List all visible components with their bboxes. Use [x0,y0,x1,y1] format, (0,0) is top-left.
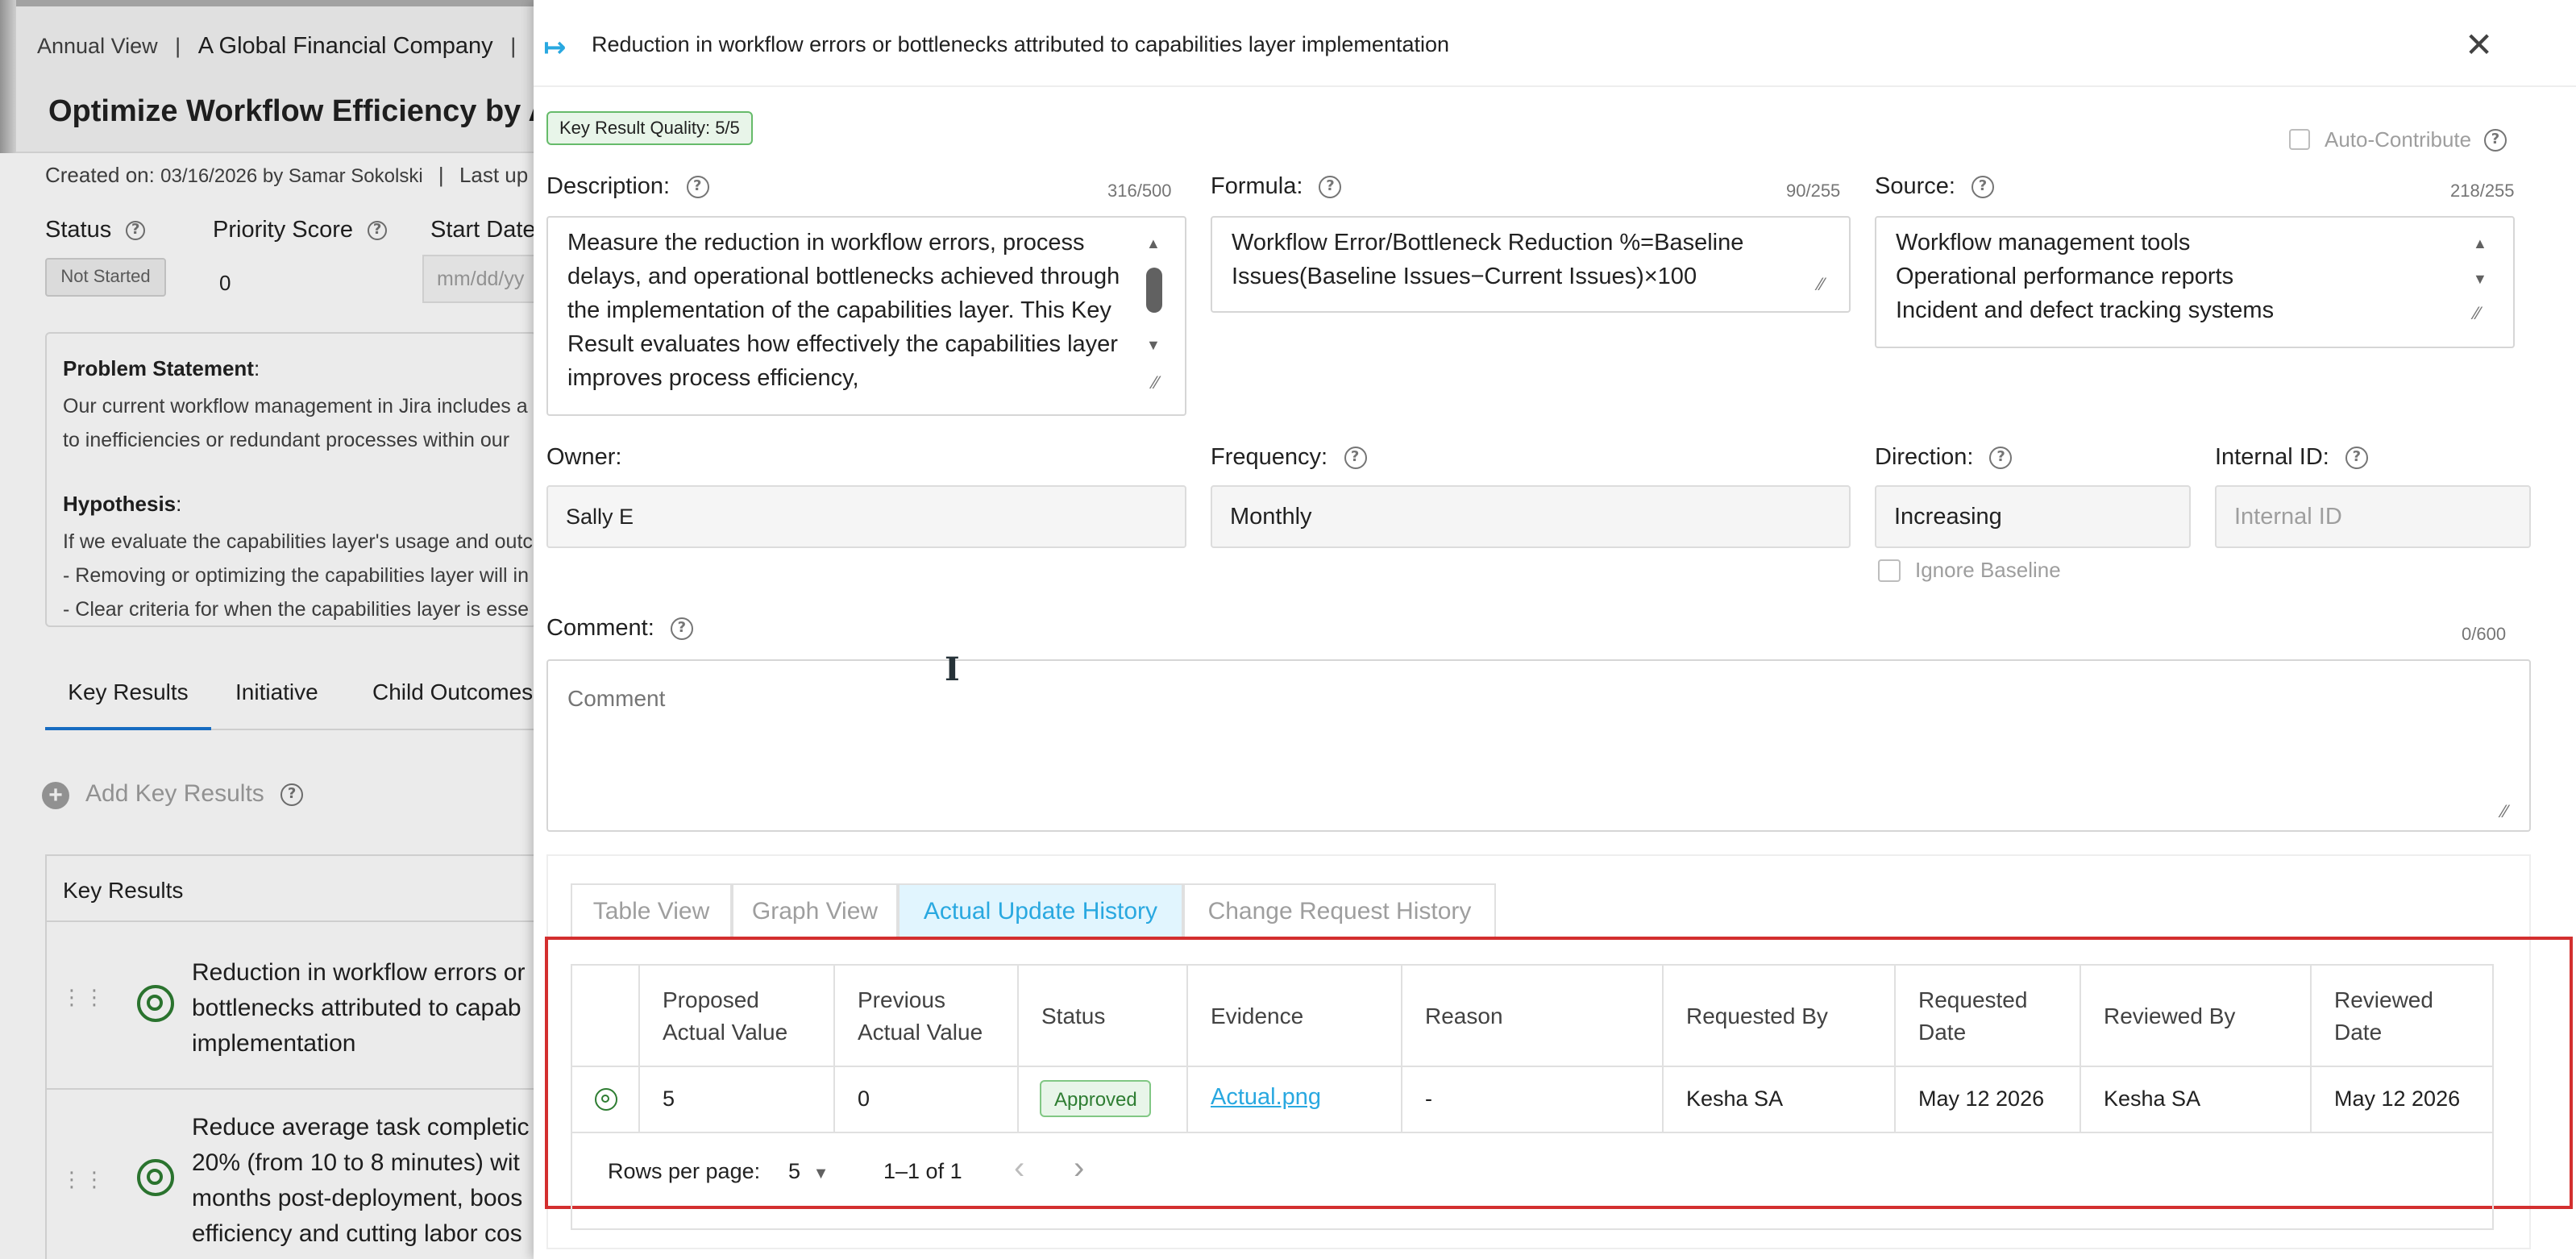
rows-per-page-label: Rows per page: [608,1159,761,1183]
column-divider [1401,966,1402,1132]
scroll-up-icon[interactable]: ▲ [1146,235,1161,251]
help-icon[interactable]: ? [1344,447,1367,470]
comment-textarea[interactable]: Comment ⁄⁄ [546,659,2531,832]
source-label: Source: ? [1875,174,1995,200]
tab-actual-update-history[interactable]: Actual Update History [898,883,1183,938]
col-reviewed-by: Reviewed By [2104,1003,2236,1028]
header-divider [572,1066,2492,1067]
column-divider [638,966,640,1132]
target-icon [595,1088,617,1111]
chevron-left-icon[interactable]: ‹ [1014,1151,1024,1188]
source-text: Workflow management tools Operational per… [1896,231,2275,324]
row-divider [572,1132,2492,1133]
source-counter: 218/255 [2450,182,2515,202]
status-badge: Approved [1040,1080,1152,1117]
help-icon[interactable]: ? [686,176,709,199]
cell-requested-by: Kesha SA [1686,1087,1784,1111]
cell-reviewed-date: May 12 2026 [2334,1087,2461,1111]
description-label: Description: ? [546,174,709,200]
scroll-down-icon[interactable]: ▼ [1146,337,1161,353]
help-icon[interactable]: ? [1989,447,2013,470]
pagination-range: 1–1 of 1 [883,1159,962,1183]
comment-counter: 0/600 [2462,625,2507,645]
resize-handle-icon[interactable]: ⁄⁄ [2474,305,2480,324]
col-previous-actual: Previous Actual Value [858,987,983,1045]
evidence-link[interactable]: Actual.png [1211,1085,1321,1111]
ignore-baseline-label: Ignore Baseline [1915,558,2061,582]
description-counter: 316/500 [1107,182,1172,202]
tab-graph-view[interactable]: Graph View [732,883,898,938]
resize-handle-icon[interactable]: ⁄⁄ [2502,803,2507,822]
cell-proposed: 5 [663,1087,675,1111]
col-evidence: Evidence [1211,1003,1304,1028]
text-cursor-icon: I [945,650,960,688]
auto-contribute-checkbox[interactable] [2289,129,2310,150]
frequency-label: Frequency: ? [1211,445,1367,471]
history-table: Proposed Actual Value Previous Actual Va… [571,964,2494,1230]
cell-reason: - [1425,1087,1432,1111]
chevron-down-icon: ▼ [812,1166,829,1183]
rows-per-page-select[interactable]: 5 ▼ [788,1159,829,1183]
scroll-up-icon[interactable]: ▲ [2473,235,2487,251]
direction-select[interactable]: Increasing [1875,485,2191,548]
col-requested-by: Requested By [1686,1003,1828,1028]
comment-label: Comment: ? [546,616,693,642]
column-divider [1186,966,1188,1132]
cell-requested-date: May 12 2026 [1918,1087,2045,1111]
ignore-baseline-checkbox[interactable] [1878,559,1901,582]
column-divider [1894,966,1896,1132]
internal-id-label: Internal ID: ? [2215,445,2368,471]
help-icon[interactable]: ? [1971,176,1995,199]
key-result-detail-panel: ↦ Reduction in workflow errors or bottle… [534,0,2576,1259]
formula-counter: 90/255 [1786,182,1841,202]
cell-reviewed-by: Kesha SA [2104,1087,2201,1111]
col-proposed-actual: Proposed Actual Value [663,987,788,1045]
col-status: Status [1041,1003,1106,1028]
help-icon[interactable]: ? [670,617,693,641]
title-divider [534,85,2576,87]
tab-table-view[interactable]: Table View [571,883,732,938]
formula-text: Workflow Error/Bottleneck Reduction %=Ba… [1232,231,1744,290]
scrollbar-thumb[interactable] [1146,268,1162,313]
owner-label: Owner: [546,445,622,471]
col-reason: Reason [1425,1003,1503,1028]
formula-field[interactable]: Workflow Error/Bottleneck Reduction %=Ba… [1211,216,1851,313]
help-icon[interactable]: ? [1319,176,1342,199]
column-divider [2079,966,2081,1132]
column-divider [1017,966,1019,1132]
close-icon[interactable]: ✕ [2465,26,2493,66]
help-icon[interactable]: ? [2484,129,2507,152]
frequency-select[interactable]: Monthly [1211,485,1851,548]
source-field[interactable]: Workflow management tools Operational per… [1875,216,2515,348]
col-requested-date: Requested Date [1918,987,2028,1045]
col-reviewed-date: Reviewed Date [2334,987,2433,1045]
collapse-panel-icon[interactable]: ↦ [543,32,567,64]
auto-contribute-label: Auto-Contribute [2325,127,2472,152]
column-divider [833,966,835,1132]
tab-change-request-history[interactable]: Change Request History [1183,883,1496,938]
owner-field[interactable]: Sally E [546,485,1186,548]
help-icon[interactable]: ? [2345,447,2368,470]
column-divider [2310,966,2312,1132]
chevron-right-icon[interactable]: › [1074,1151,1084,1188]
cell-previous: 0 [858,1087,870,1111]
internal-id-input[interactable]: Internal ID [2215,485,2531,548]
description-text: Measure the reduction in workflow errors… [567,231,1120,392]
formula-label: Formula: ? [1211,174,1342,200]
resize-handle-icon[interactable]: ⁄⁄ [1818,276,1824,295]
scroll-down-icon[interactable]: ▼ [2473,271,2487,287]
modal-backdrop[interactable] [0,0,534,1259]
comment-placeholder: Comment [567,685,666,711]
panel-title: Reduction in workflow errors or bottlene… [592,32,1450,56]
quality-badge: Key Result Quality: 5/5 [546,111,753,145]
resize-handle-icon[interactable]: ⁄⁄ [1140,368,1172,400]
direction-label: Direction: ? [1875,445,2013,471]
description-field[interactable]: Measure the reduction in workflow errors… [546,216,1186,416]
column-divider [1662,966,1664,1132]
